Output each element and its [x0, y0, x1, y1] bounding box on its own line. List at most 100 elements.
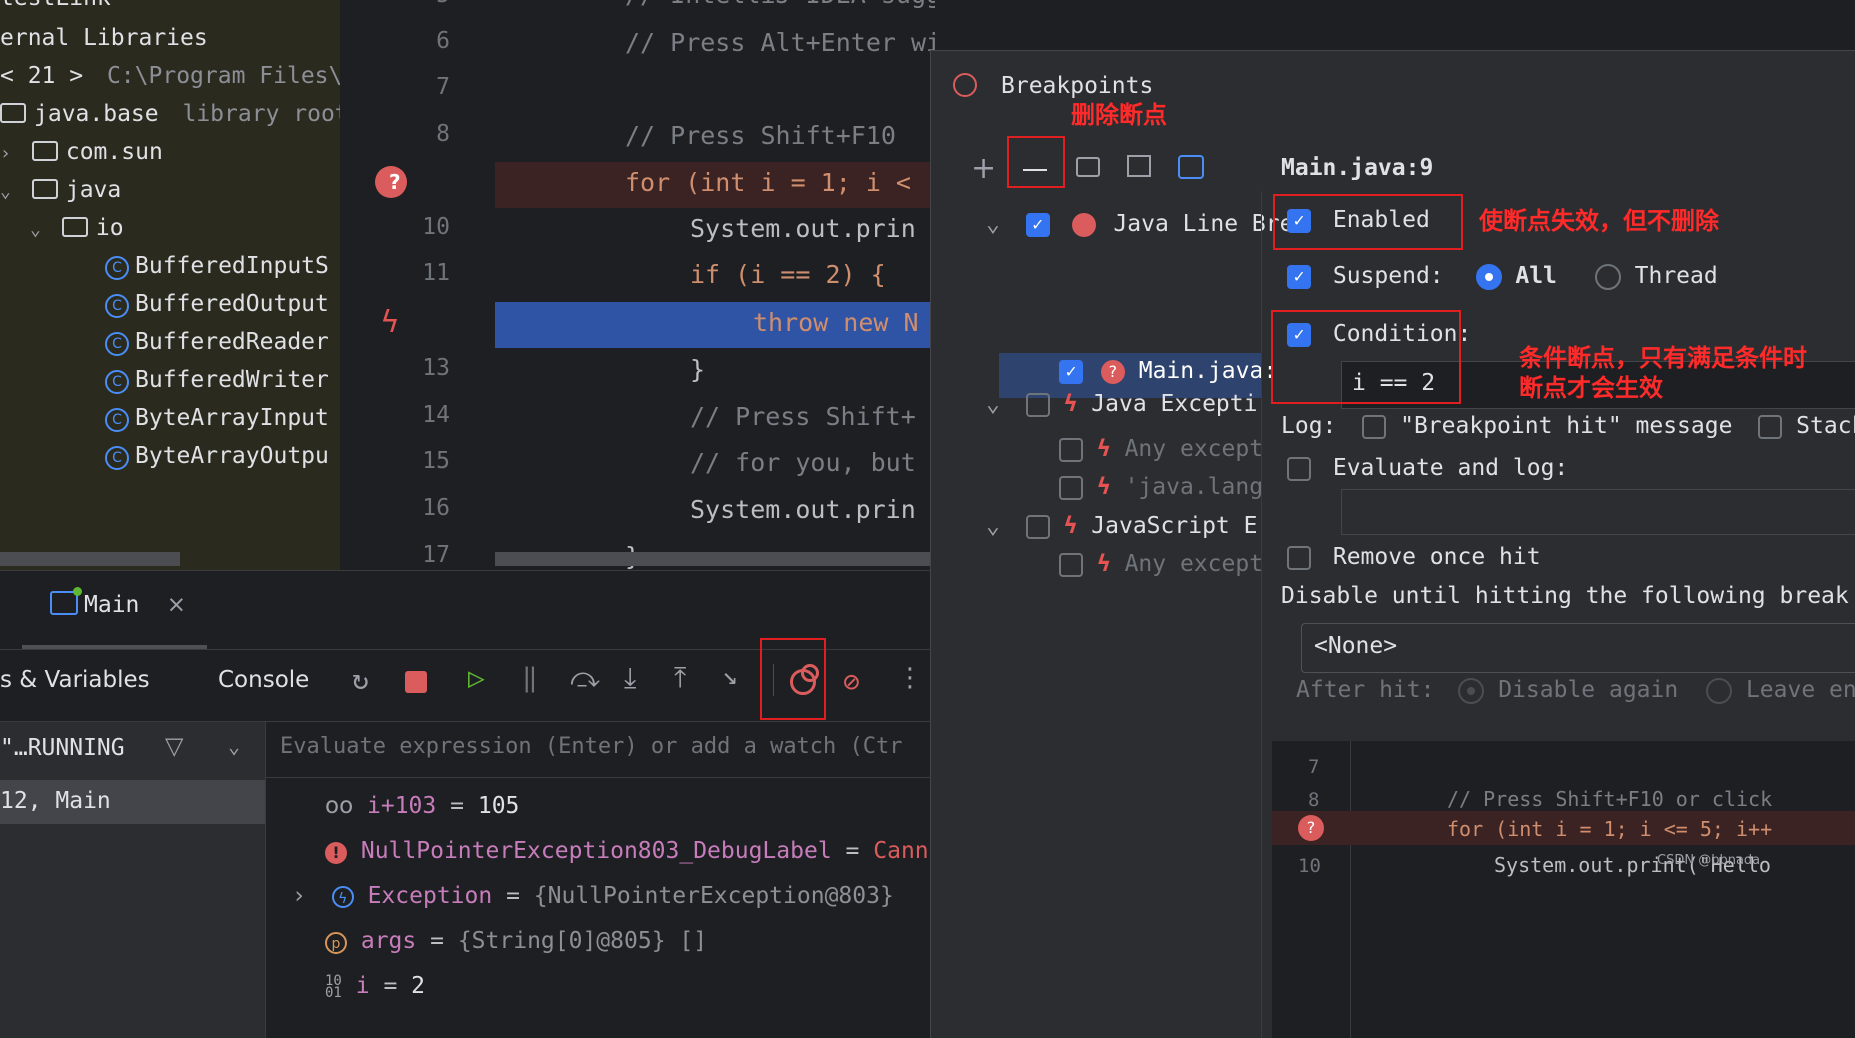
tab-console[interactable]: Console: [218, 667, 309, 693]
evaluate-expression-input[interactable]: Evaluate expression (Enter) or add a wat…: [280, 734, 903, 759]
checkbox-unchecked[interactable]: [1059, 552, 1083, 577]
tab-main[interactable]: Main ×: [50, 587, 186, 618]
checkbox-unchecked[interactable]: [1025, 514, 1050, 539]
tree-group-java-exception[interactable]: ⌄ ϟ Java Excepti: [986, 391, 1257, 417]
annotation-box-condition: [1271, 310, 1461, 404]
folder-icon: [31, 179, 58, 199]
chevron-down-icon[interactable]: ⌄: [986, 513, 1000, 539]
remove-once-checkbox[interactable]: Remove once hit: [1287, 544, 1541, 570]
rerun-icon[interactable]: ↻: [352, 663, 369, 696]
exception-breakpoint-icon: ϟ: [1096, 474, 1111, 500]
checkbox-unchecked[interactable]: [1287, 456, 1311, 481]
stop-icon[interactable]: [405, 671, 427, 693]
tree-class-item[interactable]: C ByteArrayInput: [105, 398, 329, 438]
error-icon: !: [325, 842, 347, 864]
pause-icon[interactable]: ‖: [522, 663, 538, 693]
disable-until-label: Disable until hitting the following brea…: [1281, 583, 1849, 609]
equals-sign: =: [450, 793, 464, 819]
variable-row[interactable]: p args = {String[0]@805} []: [325, 928, 707, 954]
watch-icon: oo: [325, 793, 354, 819]
more-options-icon[interactable]: ⋮: [897, 663, 923, 693]
thread-status[interactable]: "…RUNNING: [0, 735, 125, 761]
java-base-item[interactable]: java.base library root: [0, 94, 340, 134]
tree-label: JavaScript E: [1091, 513, 1258, 539]
variable-value: 105: [477, 793, 520, 819]
tree-item-main-java[interactable]: ✓ ? Main.java:: [1059, 358, 1277, 384]
variable-row[interactable]: › ϟ Exception = {NullPointerException@80…: [292, 883, 894, 909]
suspend-all-radio[interactable]: [1475, 263, 1502, 290]
chevron-down-icon[interactable]: ⌄: [228, 734, 240, 758]
breakpoints-tree[interactable]: ⌄ ✓ Java Line Bre ✓ ? Main.java: ⌄ ϟ Jav…: [931, 191, 1293, 1038]
tree-class-item[interactable]: C BufferedInputS: [105, 246, 329, 286]
tab-variables[interactable]: s & Variables: [0, 667, 150, 693]
tree-group-javascript[interactable]: ⌄ ϟ JavaScript E: [986, 513, 1257, 539]
tree-class-item[interactable]: C BufferedWriter: [105, 360, 329, 400]
chevron-right-icon[interactable]: ›: [0, 134, 18, 174]
checkbox-checked[interactable]: ✓: [1059, 359, 1083, 384]
project-root-label[interactable]: testLink: [0, 0, 111, 18]
editor-scrollbar[interactable]: [495, 552, 935, 566]
add-breakpoint-icon[interactable]: +: [971, 151, 996, 186]
log-message-checkbox[interactable]: [1362, 414, 1387, 439]
group-by-file-icon[interactable]: [1127, 155, 1151, 177]
group-by-folder-icon[interactable]: [1076, 157, 1100, 177]
chevron-right-icon[interactable]: ›: [292, 883, 306, 909]
resume-icon[interactable]: ▷: [468, 661, 485, 694]
checkbox-unchecked[interactable]: [1059, 437, 1083, 462]
exception-breakpoint-icon[interactable]: ϟ: [380, 305, 400, 340]
tree-item[interactable]: ϟ 'java.lang: [1059, 474, 1263, 500]
mute-breakpoints-icon[interactable]: ⊘: [843, 665, 860, 698]
step-into-icon[interactable]: ⤓: [624, 661, 636, 695]
variable-row[interactable]: 10 01 i = 2: [325, 973, 425, 1000]
disable-again-label: Disable again: [1498, 677, 1679, 703]
code-line: throw new N: [753, 308, 919, 337]
line-number: 15: [422, 448, 450, 474]
checkbox-unchecked[interactable]: [1287, 545, 1311, 570]
run-to-cursor-icon[interactable]: ↘: [722, 661, 738, 691]
code-editor[interactable]: // IntelliJ IDEA suggests fixing it. // …: [495, 0, 935, 570]
class-icon: C: [105, 332, 129, 356]
filter-icon[interactable]: ▽: [165, 732, 183, 760]
close-icon[interactable]: ×: [167, 592, 186, 618]
checkbox-unchecked[interactable]: [1059, 475, 1083, 500]
folder-icon: [61, 217, 88, 237]
checkbox-unchecked[interactable]: [1025, 392, 1050, 417]
evaluate-log-checkbox[interactable]: Evaluate and log:: [1287, 455, 1568, 481]
checkbox-checked[interactable]: ✓: [1025, 212, 1050, 237]
external-libraries-item[interactable]: ernal Libraries: [0, 18, 208, 58]
leave-enabled-radio[interactable]: [1706, 677, 1733, 704]
variable-row[interactable]: ! NullPointerException803_DebugLabel = C…: [325, 838, 929, 864]
exception-breakpoint-icon: ϟ: [1096, 436, 1111, 462]
code-line: System.out.prin: [690, 495, 916, 524]
chevron-down-icon[interactable]: ⌄: [986, 391, 1000, 417]
step-out-icon[interactable]: ⤒: [674, 661, 686, 695]
disable-until-dropdown[interactable]: <None>: [1301, 623, 1855, 673]
chevron-down-icon[interactable]: ⌄: [0, 172, 18, 212]
log-stack-checkbox[interactable]: [1758, 414, 1783, 439]
tree-folder-com-sun[interactable]: › com.sun: [0, 132, 163, 172]
group-by-package-icon[interactable]: [1178, 155, 1204, 179]
tree-item[interactable]: ϟ Any except: [1059, 436, 1263, 462]
evaluate-log-input[interactable]: [1341, 489, 1855, 535]
frames-panel: "…RUNNING ▽ ⌄ 12, Main: [0, 722, 266, 1038]
tree-class-item[interactable]: C ByteArrayOutpu: [105, 436, 329, 476]
suspend-checkbox[interactable]: ✓: [1287, 264, 1311, 289]
conditional-breakpoint-icon[interactable]: ?: [375, 166, 407, 198]
annotation-box-enabled: [1273, 194, 1463, 250]
chevron-down-icon[interactable]: ⌄: [986, 211, 1000, 237]
jdk-item[interactable]: < 21 > C:\Program Files\: [0, 56, 340, 96]
selected-frame-row[interactable]: 12, Main: [0, 780, 265, 824]
variable-row[interactable]: oo i+103 = 105: [325, 793, 519, 819]
disable-again-radio[interactable]: [1458, 677, 1485, 704]
tree-group-java-line[interactable]: ⌄ ✓ Java Line Bre: [986, 211, 1293, 237]
tree-folder-java[interactable]: ⌄ java: [0, 170, 121, 210]
tree-class-item[interactable]: C BufferedReader: [105, 322, 329, 362]
tree-class-item[interactable]: C BufferedOutput: [105, 284, 329, 324]
horizontal-scrollbar[interactable]: [0, 552, 180, 566]
tree-folder-io[interactable]: ⌄ io: [30, 208, 124, 248]
exception-breakpoint-icon: ϟ: [1063, 391, 1078, 417]
tree-item[interactable]: ϟ Any except: [1059, 551, 1263, 577]
step-over-icon[interactable]: ⤼: [570, 661, 600, 695]
suspend-thread-radio[interactable]: [1594, 263, 1621, 290]
chevron-down-icon[interactable]: ⌄: [30, 210, 48, 250]
